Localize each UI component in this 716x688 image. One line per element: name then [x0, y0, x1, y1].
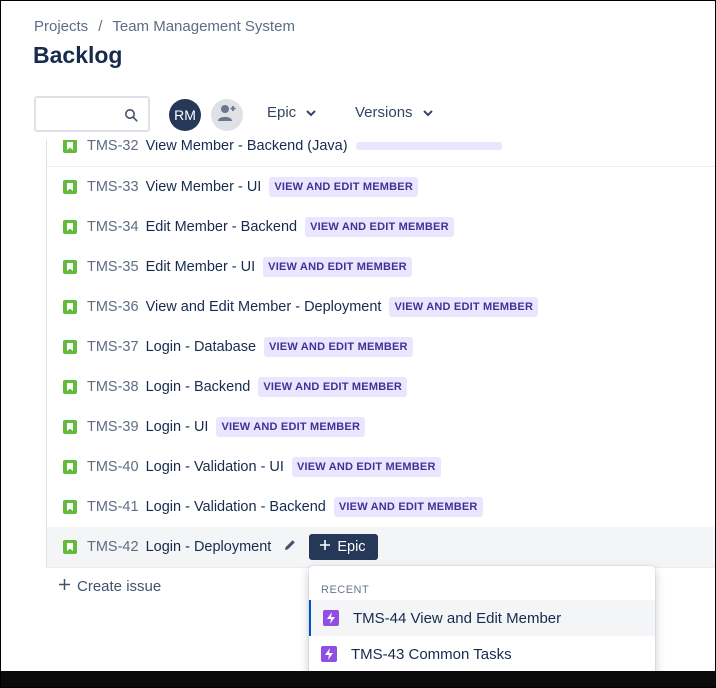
epic-lozenge[interactable]	[355, 142, 502, 150]
issue-row[interactable]: TMS-36 View and Edit Member - Deployment…	[47, 287, 716, 328]
story-icon	[63, 260, 77, 274]
issue-key[interactable]: TMS-32	[87, 140, 139, 154]
issue-key[interactable]: TMS-35	[87, 259, 139, 275]
epic-lozenge[interactable]: VIEW AND EDIT MEMBER	[389, 297, 539, 317]
epic-lozenge[interactable]: VIEW AND EDIT MEMBER	[269, 177, 418, 197]
epic-filter-dropdown[interactable]: Epic	[267, 104, 316, 121]
breadcrumb: Projects / Team Management System	[34, 18, 295, 35]
plus-icon	[319, 539, 331, 555]
story-icon	[63, 140, 77, 153]
story-icon	[63, 220, 77, 234]
epic-option-label: TMS-43 Common Tasks	[351, 645, 512, 663]
breadcrumb-project-link[interactable]: Team Management System	[112, 18, 295, 35]
plus-icon	[58, 578, 71, 595]
story-icon	[63, 300, 77, 314]
story-icon	[63, 460, 77, 474]
issue-key[interactable]: TMS-39	[87, 419, 139, 435]
issue-row[interactable]: TMS-33 View Member - UI VIEW AND EDIT ME…	[47, 167, 716, 208]
recent-heading: RECENT	[321, 584, 370, 596]
issue-key[interactable]: TMS-40	[87, 459, 139, 475]
issue-row[interactable]: TMS-39 Login - UI VIEW AND EDIT MEMBER	[47, 407, 716, 448]
create-issue-button[interactable]: Create issue	[58, 578, 161, 595]
issue-key[interactable]: TMS-36	[87, 299, 139, 315]
story-icon	[63, 380, 77, 394]
epic-lozenge[interactable]: VIEW AND EDIT MEMBER	[216, 417, 366, 437]
epic-picker-dropdown: RECENT TMS-44 View and Edit Member TMS-4…	[309, 566, 655, 676]
versions-filter-label: Versions	[355, 104, 413, 121]
issue-summary: Edit Member - UI	[145, 259, 256, 275]
add-epic-label: Epic	[337, 539, 366, 555]
add-people-button[interactable]	[211, 99, 243, 131]
issue-key[interactable]: TMS-34	[87, 219, 139, 235]
epic-option[interactable]: TMS-44 View and Edit Member	[309, 600, 655, 636]
breadcrumb-separator: /	[98, 18, 103, 35]
issue-row[interactable]: TMS-37 Login - Database VIEW AND EDIT ME…	[47, 327, 716, 368]
epic-lozenge[interactable]: VIEW AND EDIT MEMBER	[258, 377, 408, 397]
story-icon	[63, 420, 77, 434]
epic-option[interactable]: TMS-43 Common Tasks	[309, 636, 655, 672]
page-title: Backlog	[33, 42, 123, 68]
issue-row[interactable]: TMS-40 Login - Validation - UI VIEW AND …	[47, 447, 716, 488]
versions-filter-dropdown[interactable]: Versions	[355, 104, 433, 121]
search-icon	[124, 108, 138, 127]
issue-summary: View Member - Backend (Java)	[145, 140, 348, 154]
issue-row[interactable]: TMS-38 Login - Backend VIEW AND EDIT MEM…	[47, 367, 716, 408]
issue-row-active[interactable]: TMS-42 Login - Deployment Epic	[47, 527, 716, 568]
story-icon	[63, 500, 77, 514]
issue-key[interactable]: TMS-38	[87, 379, 139, 395]
epic-icon	[323, 610, 339, 626]
chevron-down-icon	[422, 104, 433, 121]
epic-lozenge[interactable]: VIEW AND EDIT MEMBER	[264, 337, 413, 357]
epic-lozenge[interactable]: VIEW AND EDIT MEMBER	[291, 457, 441, 477]
epic-filter-label: Epic	[267, 104, 297, 121]
issue-summary: Edit Member - Backend	[145, 219, 298, 235]
epic-lozenge[interactable]: VIEW AND EDIT MEMBER	[263, 257, 412, 277]
add-epic-button[interactable]: Epic	[309, 534, 378, 560]
issue-key[interactable]: TMS-37	[87, 339, 139, 355]
bottom-bar	[0, 671, 716, 688]
issue-key[interactable]: TMS-33	[87, 179, 139, 195]
story-icon	[63, 340, 77, 354]
issue-row[interactable]: TMS-32 View Member - Backend (Java)	[47, 140, 716, 167]
issue-summary: View Member - UI	[145, 179, 262, 195]
pencil-icon[interactable]	[283, 538, 297, 557]
issue-key[interactable]: TMS-42	[87, 539, 139, 555]
issue-key[interactable]: TMS-41	[87, 499, 139, 515]
chevron-down-icon	[306, 104, 316, 121]
epic-option-label: TMS-44 View and Edit Member	[353, 609, 562, 627]
backlog-toolbar: RM Epic Versions	[34, 96, 714, 134]
add-user-icon	[217, 103, 237, 128]
issue-summary: Login - Database	[145, 339, 257, 355]
story-icon	[63, 180, 77, 194]
issue-row[interactable]: TMS-35 Edit Member - UI VIEW AND EDIT ME…	[47, 247, 716, 288]
issue-summary: Login - Backend	[145, 379, 251, 395]
backlog-issue-list: TMS-32 View Member - Backend (Java) TMS-…	[46, 140, 716, 568]
epic-lozenge[interactable]: VIEW AND EDIT MEMBER	[305, 217, 454, 237]
issue-summary: Login - Deployment	[145, 539, 272, 555]
issue-row[interactable]: TMS-34 Edit Member - Backend VIEW AND ED…	[47, 207, 716, 248]
epic-icon	[321, 646, 337, 662]
breadcrumb-projects-link[interactable]: Projects	[34, 18, 88, 35]
issue-summary: Login - UI	[145, 419, 209, 435]
issue-summary: View and Edit Member - Deployment	[145, 299, 382, 315]
create-issue-label: Create issue	[77, 578, 162, 595]
story-icon	[63, 540, 77, 554]
avatar[interactable]: RM	[169, 99, 201, 131]
issue-summary: Login - Validation - Backend	[145, 499, 326, 515]
epic-lozenge[interactable]: VIEW AND EDIT MEMBER	[333, 497, 483, 517]
issue-summary: Login - Validation - UI	[145, 459, 284, 475]
issue-row[interactable]: TMS-41 Login - Validation - Backend VIEW…	[47, 487, 716, 528]
search-input[interactable]	[34, 96, 150, 132]
